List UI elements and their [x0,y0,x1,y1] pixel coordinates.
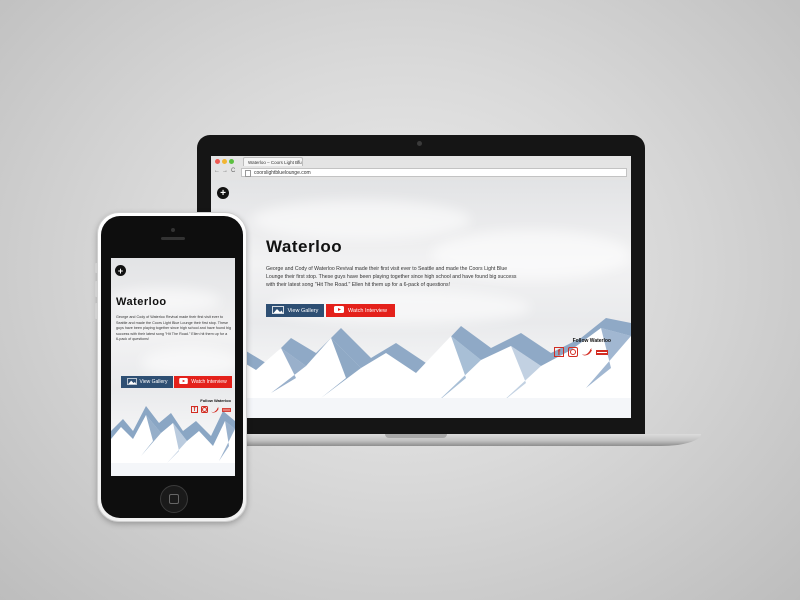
browser-toolbar: Waterloo – Coors Light Blu × ← → C coors… [211,156,631,181]
laptop-notch [385,434,447,438]
back-arrow-icon[interactable]: ← [214,168,220,174]
laptop-camera [417,141,422,146]
phone-camera [171,228,175,232]
gallery-icon [271,305,284,316]
phone-follow-heading: Follow Waterloo [200,398,231,403]
phone-mountain-image [111,406,235,476]
phone-home-button[interactable] [160,485,188,513]
phone-watch-interview-button[interactable]: Watch Interview [174,376,232,388]
phone-twitter-icon[interactable] [211,406,219,413]
phone-screen: + Waterloo George and Cody of Waterloo R… [111,258,235,476]
site-title: Waterloo [266,237,343,256]
vevo-icon[interactable] [596,349,608,355]
tab-close-icon[interactable]: × [297,158,300,166]
phone-site-title: Waterloo [116,296,167,308]
view-gallery-label: View Gallery [287,307,319,314]
laptop-screen: Waterloo – Coors Light Blu × ← → C coors… [211,156,631,418]
mountain-range-image [211,318,631,418]
follow-heading: Follow Waterloo [572,338,611,344]
close-window-icon[interactable] [215,159,220,164]
phone-instagram-icon[interactable] [201,406,208,413]
tab-title: Waterloo – Coors Light Blu [248,160,302,165]
maximize-window-icon[interactable] [229,159,234,164]
website-page: + Waterloo George and Cody of Waterloo R… [211,180,631,418]
view-gallery-button[interactable]: View Gallery [266,304,324,317]
phone-site-description: George and Cody of Waterloo Revival made… [116,315,232,342]
phone-view-gallery-button[interactable]: View Gallery [121,376,173,388]
twitter-icon[interactable] [582,348,592,356]
phone-volume-up [95,281,98,297]
forward-arrow-icon[interactable]: → [222,168,228,174]
phone-speaker [161,237,185,240]
phone-watch-interview-label: Watch Interview [191,379,227,385]
phone-facebook-icon[interactable]: f [191,406,198,413]
phone-mute-switch [95,263,98,273]
browser-tab[interactable]: Waterloo – Coors Light Blu × [243,157,303,166]
phone-device: + Waterloo George and Cody of Waterloo R… [95,212,247,522]
reload-icon[interactable]: C [231,168,235,174]
phone-view-gallery-label: View Gallery [139,379,168,385]
phone-youtube-icon [179,378,189,386]
phone-front: + Waterloo George and Cody of Waterloo R… [101,216,243,518]
address-url: coorslightbluelounge.com [254,170,311,176]
phone-vevo-icon[interactable] [222,407,231,412]
watch-interview-button[interactable]: Watch Interview [326,304,395,317]
social-icons: f [554,347,608,357]
phone-gallery-icon [126,377,137,387]
laptop-device: Waterloo – Coors Light Blu × ← → C coors… [197,135,645,435]
site-description: George and Cody of Waterloo Revival made… [266,266,517,288]
menu-plus-button[interactable]: + [217,187,229,199]
phone-volume-down [95,303,98,319]
phone-sky-background [111,258,235,476]
instagram-icon[interactable] [568,347,578,357]
address-bar[interactable]: coorslightbluelounge.com [241,168,627,177]
sky-background [211,180,631,418]
laptop-base [185,434,701,446]
page-icon [245,170,251,177]
facebook-icon[interactable]: f [554,347,564,357]
minimize-window-icon[interactable] [222,159,227,164]
youtube-icon [334,306,345,315]
phone-social-icons: f [191,406,231,413]
watch-interview-label: Watch Interview [348,307,387,314]
home-square-icon [169,494,179,504]
phone-menu-plus-button[interactable]: + [115,265,126,276]
